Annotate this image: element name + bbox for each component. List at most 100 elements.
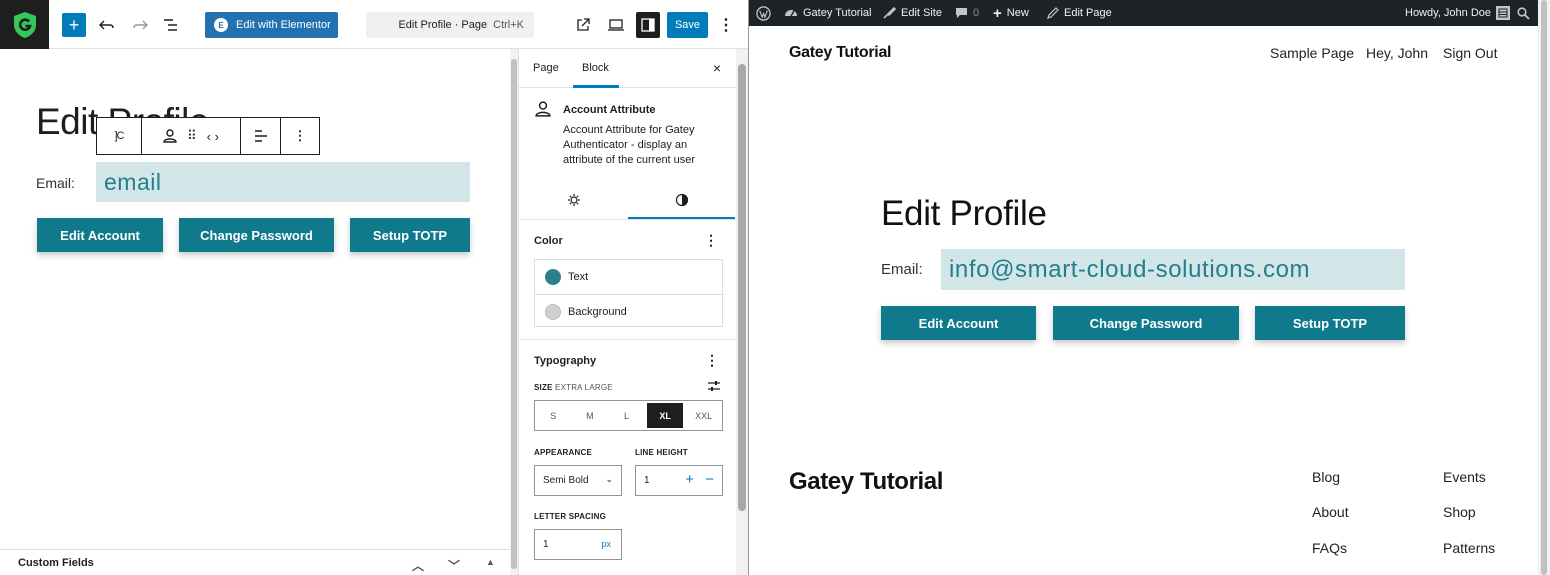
align-button[interactable] <box>241 118 281 154</box>
editor-canvas[interactable]: Edit Profile ]C ⠿ ‹ › ⋮ Email: email Edi… <box>0 49 510 549</box>
collapse-icon[interactable]: ▲ <box>486 557 495 567</box>
color-text-row[interactable]: Text <box>535 260 724 294</box>
nav-sample-page[interactable]: Sample Page <box>1270 45 1354 61</box>
email-attribute-value: email <box>104 168 162 195</box>
undo-button[interactable] <box>96 12 118 38</box>
nav-sign-out[interactable]: Sign Out <box>1443 45 1497 61</box>
footer-site-title[interactable]: Gatey Tutorial <box>789 468 943 496</box>
redo-button[interactable] <box>129 12 151 38</box>
command-palette-button[interactable]: Edit Profile · Page Ctrl+K <box>366 12 534 38</box>
block-inserter-button[interactable]: + <box>62 13 86 37</box>
edit-account-button[interactable]: Edit Account <box>881 306 1036 340</box>
size-option-xl[interactable]: XL <box>646 403 684 428</box>
move-arrows-icon[interactable]: ‹ › <box>207 129 219 144</box>
active-tab-indicator <box>573 85 619 88</box>
gear-icon[interactable] <box>567 193 581 207</box>
footer-link-events[interactable]: Events <box>1443 469 1486 485</box>
site-logo-button[interactable] <box>0 0 49 49</box>
canvas-scrollbar[interactable] <box>510 49 518 575</box>
elementor-icon: E <box>214 18 228 32</box>
chevron-down-icon[interactable]: ﹀ <box>448 557 460 574</box>
color-background-row[interactable]: Background <box>535 294 724 328</box>
letter-spacing-value: 1 <box>543 539 549 550</box>
tab-page[interactable]: Page <box>533 62 559 74</box>
plus-icon[interactable]: + <box>685 471 694 488</box>
settings-sidebar: Page Block × Account Attribute Account A… <box>518 49 737 575</box>
appearance-select[interactable]: Semi Bold ⌄ <box>534 465 622 496</box>
comments-count: 0 <box>973 7 980 19</box>
move-up-icon[interactable]: ︿ <box>412 557 424 574</box>
my-account-link[interactable]: Howdy, John Doe <box>1405 0 1511 26</box>
styles-icon[interactable] <box>675 193 689 207</box>
edit-with-elementor-button[interactable]: E Edit with Elementor <box>205 12 338 38</box>
change-password-button[interactable]: Change Password <box>179 218 334 252</box>
new-content-link[interactable]: + New <box>993 0 1029 26</box>
edit-site-link[interactable]: Edit Site <box>882 0 942 26</box>
account-attribute-block[interactable]: email <box>96 162 470 202</box>
preview-scrollbar[interactable] <box>1538 0 1550 575</box>
background-color-swatch <box>545 303 561 320</box>
view-page-button[interactable] <box>572 12 594 38</box>
frontend-preview: Gatey Tutorial Edit Site 0 + New Edit Pa… <box>749 0 1550 575</box>
line-height-label: LINE HEIGHT <box>635 448 688 457</box>
parent-block-button[interactable]: ]C <box>97 118 142 154</box>
person-icon[interactable] <box>163 129 177 143</box>
save-button[interactable]: Save <box>667 12 708 38</box>
chevron-down-icon: ⌄ <box>605 474 613 484</box>
options-button[interactable]: ⋮ <box>718 12 734 38</box>
comments-link[interactable]: 0 <box>955 0 979 26</box>
email-label: Email: <box>881 261 923 278</box>
settings-sidebar-toggle[interactable] <box>636 12 660 38</box>
footer-link-blog[interactable]: Blog <box>1312 469 1340 485</box>
setup-totp-button[interactable]: Setup TOTP <box>350 218 470 252</box>
nav-hey-john[interactable]: Hey, John <box>1366 45 1428 61</box>
size-option-s[interactable]: S <box>535 401 572 430</box>
list-view-icon <box>164 19 177 31</box>
change-password-button[interactable]: Change Password <box>1053 306 1239 340</box>
block-options-button[interactable]: ⋮ <box>281 118 319 154</box>
edit-account-button[interactable]: Edit Account <box>37 218 163 252</box>
custom-fields-panel[interactable]: Custom Fields ︿ ﹀ ▲ <box>0 549 510 575</box>
site-name-link[interactable]: Gatey Tutorial <box>784 0 871 26</box>
drag-handle-icon[interactable]: ⠿ <box>187 128 197 144</box>
footer-link-shop[interactable]: Shop <box>1443 504 1476 520</box>
document-overview-button[interactable] <box>160 12 182 38</box>
size-option-l[interactable]: L <box>608 401 645 430</box>
line-height-input[interactable]: 1 + − <box>635 465 723 496</box>
device-preview-button[interactable] <box>605 12 627 38</box>
size-option-xxl[interactable]: XXL <box>685 401 722 430</box>
desktop-icon <box>608 19 624 31</box>
dashboard-icon <box>785 10 797 17</box>
comment-icon <box>956 8 967 18</box>
typography-section: Typography ⋮ SIZE EXTRA LARGE S M L XL X… <box>519 339 737 575</box>
custom-size-toggle-icon[interactable] <box>707 380 721 392</box>
sidebar-tabs: Page Block × <box>519 49 737 88</box>
wp-logo-button[interactable] <box>756 0 771 26</box>
site-title-link[interactable]: Gatey Tutorial <box>789 44 892 62</box>
pencil-icon <box>1047 7 1059 19</box>
letter-spacing-unit[interactable]: px <box>601 539 611 549</box>
footer-link-about[interactable]: About <box>1312 504 1349 520</box>
color-background-label: Background <box>568 305 627 318</box>
search-button[interactable] <box>1517 0 1530 26</box>
letter-spacing-input[interactable]: 1 px <box>534 529 622 560</box>
new-label: New <box>1006 7 1029 19</box>
edit-page-link[interactable]: Edit Page <box>1047 0 1112 26</box>
kebab-icon[interactable]: ⋮ <box>705 352 719 369</box>
size-option-m[interactable]: M <box>572 401 609 430</box>
footer-link-faqs[interactable]: FAQs <box>1312 540 1347 556</box>
close-icon[interactable]: × <box>713 60 721 76</box>
page-title: Edit Profile <box>881 194 1047 233</box>
footer-link-patterns[interactable]: Patterns <box>1443 540 1495 556</box>
email-attribute-value: info@smart-cloud-solutions.com <box>949 255 1311 283</box>
sidebar-scrollbar[interactable] <box>736 49 748 575</box>
color-text-label: Text <box>568 271 589 283</box>
tab-block[interactable]: Block <box>582 62 609 74</box>
kebab-icon[interactable]: ⋮ <box>704 232 718 249</box>
group-icon: ]C <box>114 130 125 142</box>
active-subtab-indicator <box>628 217 735 219</box>
minus-icon[interactable]: − <box>705 471 714 488</box>
size-value-label: EXTRA LARGE <box>555 383 613 392</box>
avatar-image-icon <box>1498 8 1508 18</box>
setup-totp-button[interactable]: Setup TOTP <box>1255 306 1405 340</box>
